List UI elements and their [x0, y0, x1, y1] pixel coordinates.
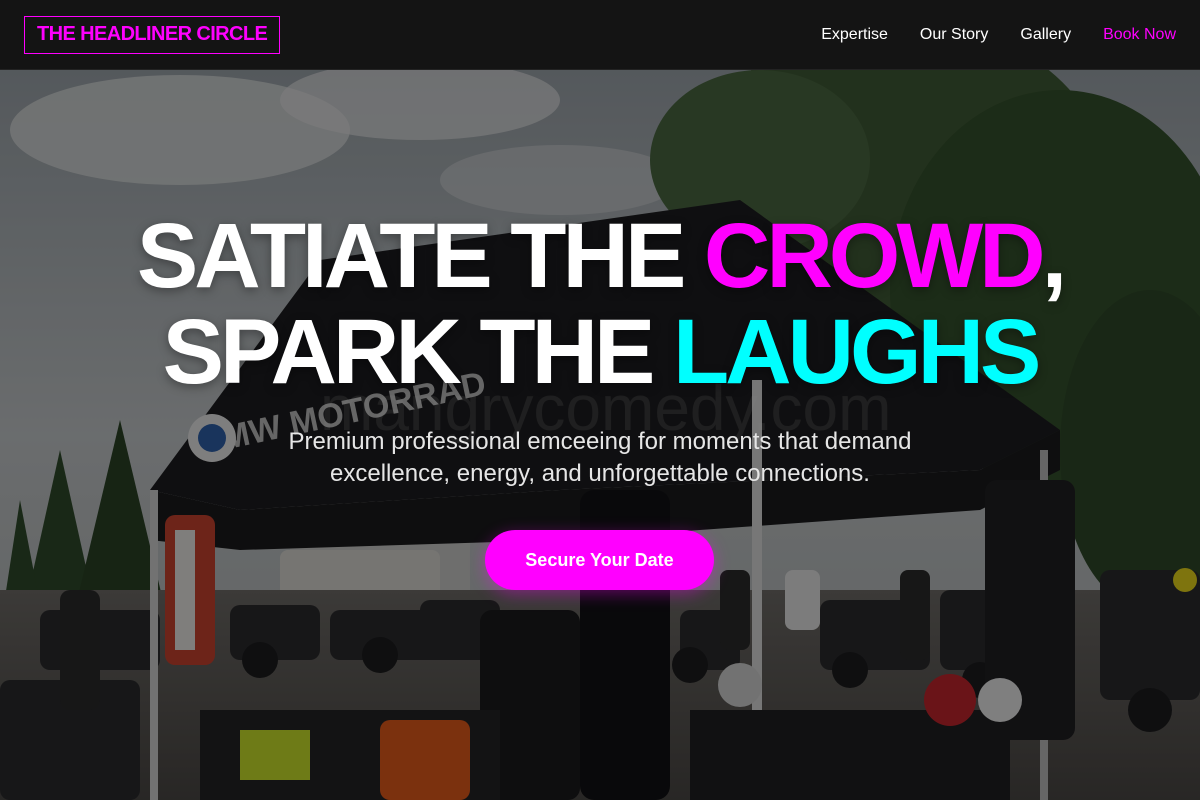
- nav-book-now-link[interactable]: Book Now: [1103, 26, 1176, 44]
- headline-line1-comma: ,: [1041, 205, 1067, 307]
- logo[interactable]: THE HEADLINER CIRCLE: [24, 15, 281, 54]
- nav-expertise-link[interactable]: Expertise: [821, 26, 888, 44]
- hero-headline: SATIATE THE CROWD, SPARK THE LAUGHS: [0, 208, 1200, 400]
- hero-subtitle: Premium professional emceeing for moment…: [288, 428, 912, 487]
- nav-our-story-link[interactable]: Our Story: [920, 26, 988, 44]
- headline-highlight-laughs: LAUGHS: [672, 301, 1041, 403]
- hero-content: SATIATE THE CROWD, SPARK THE LAUGHS Prem…: [0, 70, 1200, 800]
- headline-line1-text: SATIATE THE: [136, 205, 704, 307]
- site-header: THE HEADLINER CIRCLE Expertise Our Story…: [0, 0, 1200, 70]
- nav-gallery-link[interactable]: Gallery: [1020, 26, 1071, 44]
- main-nav: Expertise Our Story Gallery Book Now: [821, 26, 1176, 44]
- headline-line2-text: SPARK THE: [162, 301, 673, 403]
- secure-your-date-button[interactable]: Secure Your Date: [485, 530, 714, 590]
- headline-highlight-crowd: CROWD: [703, 205, 1046, 307]
